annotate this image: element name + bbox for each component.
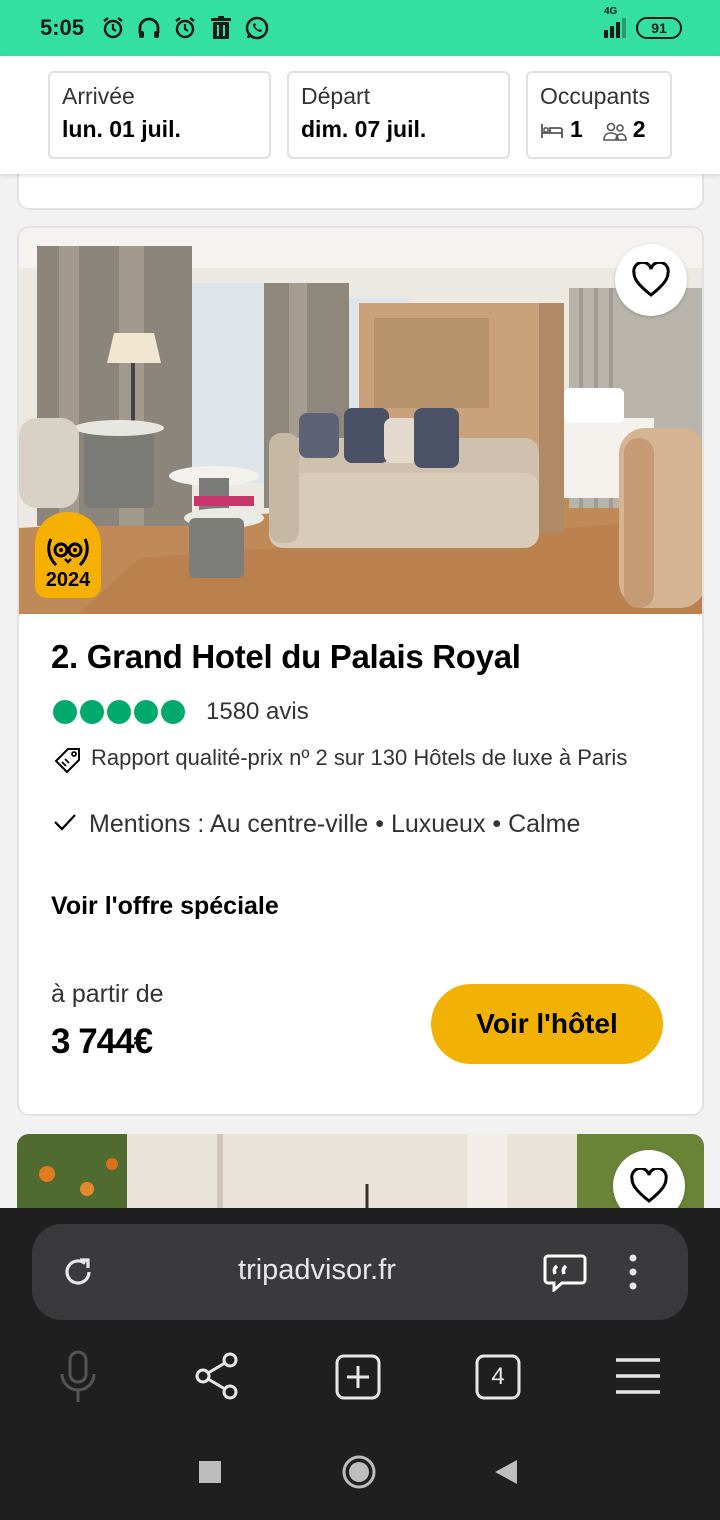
departure-value: dim. 07 juil. [301, 116, 427, 142]
rating-bubble [53, 700, 77, 724]
whatsapp-icon [242, 13, 272, 43]
status-time: 5:05 [40, 15, 85, 40]
signal-icon: 4G [604, 6, 626, 38]
hotel-title[interactable]: 2. Grand Hotel du Palais Royal [51, 638, 521, 676]
price-from-label: à partir de [51, 980, 164, 1008]
rooms-count: 1 [570, 116, 583, 142]
people-icon [602, 116, 627, 143]
save-favorite-button[interactable] [615, 244, 687, 316]
view-hotel-button[interactable]: Voir l'hôtel [431, 984, 663, 1064]
network-type: 4G [604, 6, 618, 17]
rating-bubble [134, 700, 158, 724]
arrival-label: Arrivée [62, 83, 135, 109]
back-icon[interactable] [493, 1458, 519, 1486]
home-icon[interactable] [341, 1454, 377, 1490]
checkmark-icon [53, 812, 77, 837]
alarm-icon [170, 13, 200, 43]
heart-icon [632, 262, 670, 297]
menu-icon[interactable] [614, 1356, 662, 1396]
tab-switcher-button[interactable]: 4 [474, 1353, 522, 1401]
badge-year: 2024 [45, 569, 91, 591]
rating-row[interactable]: 1580 avis [53, 698, 309, 726]
search-dates-bar: Arrivée lun. 01 juil. Départ dim. 07 jui… [0, 56, 720, 174]
share-icon[interactable] [194, 1352, 240, 1400]
owl-laurel-icon [47, 538, 89, 567]
hotel-card[interactable]: 2024 2. Grand Hotel du Palais Royal 1580… [17, 226, 704, 1116]
rating-bubble [161, 700, 185, 724]
price-tag-icon [53, 746, 83, 781]
price-value: 3 744€ [51, 1022, 153, 1061]
departure-label: Départ [301, 83, 371, 109]
value-ranking: Rapport qualité-prix nº 2 sur 130 Hôtels… [53, 744, 673, 781]
guests-label: Occupants [540, 83, 650, 109]
address-bar[interactable]: tripadvisor.fr [32, 1224, 688, 1320]
recent-apps-icon[interactable] [198, 1460, 222, 1484]
system-nav-bar [0, 1430, 720, 1520]
microphone-icon[interactable] [58, 1350, 98, 1404]
hotel-photo[interactable]: 2024 [19, 228, 702, 614]
browser-chrome: tripadvisor.fr 4 [0, 1208, 720, 1430]
value-text: Rapport qualité-prix nº 2 sur 130 Hôtels… [91, 745, 628, 770]
heart-icon [630, 1168, 668, 1203]
mentions-row: Mentions : Au centre-ville • Luxueux • C… [53, 810, 580, 839]
rating-bubble [107, 700, 131, 724]
arrival-date-field[interactable]: Arrivée lun. 01 juil. [48, 71, 271, 159]
departure-date-field[interactable]: Départ dim. 07 juil. [287, 71, 510, 159]
travelers-choice-badge: 2024 [35, 512, 101, 598]
url-text[interactable]: tripadvisor.fr [32, 1254, 602, 1287]
bed-icon [540, 116, 564, 143]
guests-field[interactable]: Occupants 1 2 [526, 71, 672, 159]
mentions-text: Mentions : Au centre-ville • Luxueux • C… [89, 810, 581, 838]
quote-icon[interactable] [542, 1252, 588, 1292]
tab-count: 4 [491, 1363, 505, 1390]
status-bar: 5:05 4G 91 [0, 0, 720, 56]
headphones-icon [134, 13, 164, 43]
alarm-icon [98, 13, 128, 43]
more-options-icon[interactable] [628, 1252, 638, 1292]
special-offer-link[interactable]: Voir l'offre spéciale [51, 892, 279, 921]
review-count: 1580 avis [206, 698, 309, 725]
new-tab-icon[interactable] [334, 1353, 382, 1401]
trash-icon [206, 13, 236, 43]
rating-bubble [80, 700, 104, 724]
people-count: 2 [632, 116, 646, 142]
arrival-value: lun. 01 juil. [62, 116, 181, 142]
battery-indicator: 91 [636, 17, 682, 39]
